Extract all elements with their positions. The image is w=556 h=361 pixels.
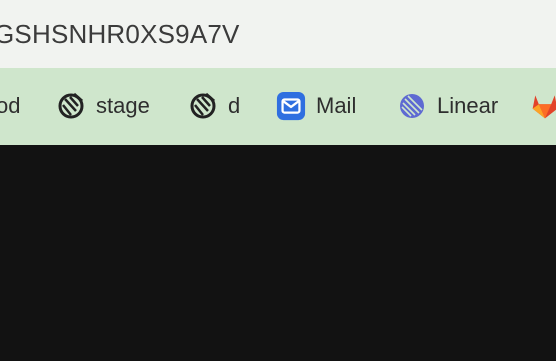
bookmark-partial[interactable]: od: [0, 90, 20, 122]
mail-icon: [276, 91, 306, 121]
bookmark-label: Mail: [316, 93, 357, 118]
page-content: [0, 145, 556, 361]
bookmark-label: Linear: [437, 93, 499, 118]
bookmark-label: d: [228, 93, 241, 118]
vendor-logo-icon: [188, 91, 218, 121]
bookmark-mail[interactable]: Mail: [276, 90, 356, 122]
gitlab-icon: [530, 91, 556, 121]
linear-icon: [397, 91, 427, 121]
bookmark-stage[interactable]: stage: [56, 90, 150, 122]
bookmark-label: stage: [96, 93, 150, 118]
bookmark-label: od: [0, 93, 21, 118]
bookmark-gitlab[interactable]: [530, 90, 556, 122]
bookmark-linear[interactable]: Linear: [397, 90, 498, 122]
vendor-logo-icon: [56, 91, 86, 121]
url-text[interactable]: GSHSNHR0XS9A7V: [0, 19, 240, 50]
address-bar[interactable]: GSHSNHR0XS9A7V: [0, 0, 556, 68]
bookmarks-bar: od stage d Mail Linear: [0, 68, 556, 145]
bookmark-d[interactable]: d: [188, 90, 240, 122]
